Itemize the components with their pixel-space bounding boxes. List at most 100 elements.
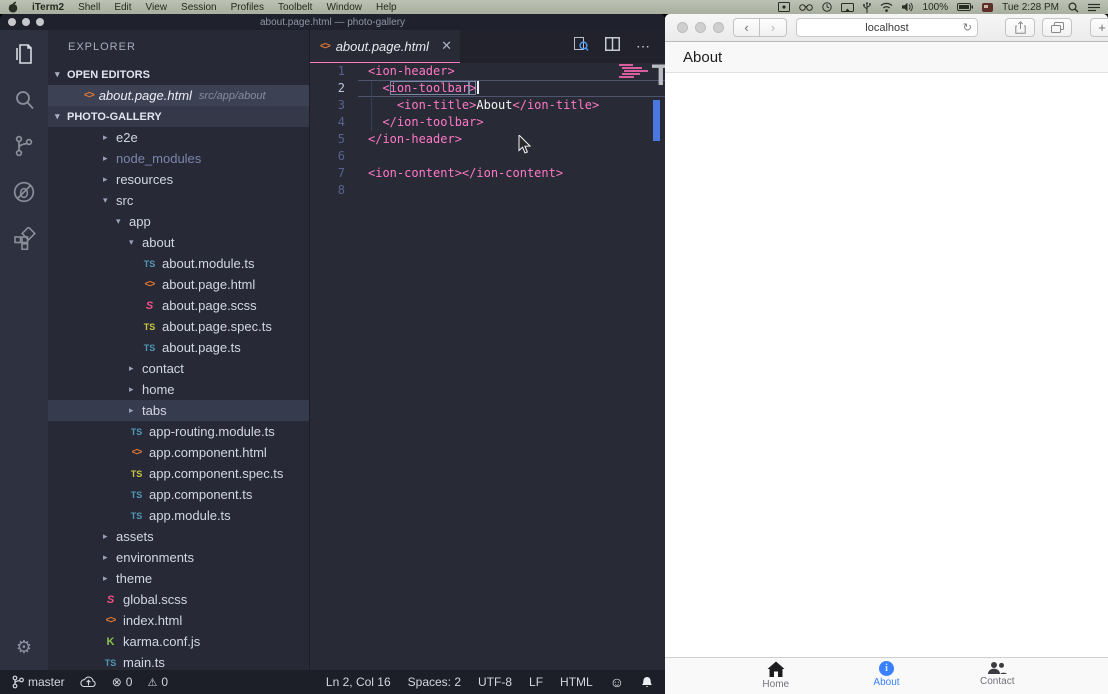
screen-capture-icon[interactable] (778, 2, 790, 12)
minimap[interactable] (619, 64, 653, 79)
tab-overview-button[interactable] (1042, 18, 1072, 37)
tree-item[interactable]: TSmain.ts (48, 652, 309, 670)
open-editor-filename: about.page.html (99, 88, 192, 103)
menu-item-iterm2[interactable]: iTerm2 (32, 2, 64, 13)
tree-item[interactable]: ▸resources (48, 169, 309, 190)
tree-item[interactable]: TSapp-routing.module.ts (48, 421, 309, 442)
editor-tab-about-page-html[interactable]: <> about.page.html ✕ (310, 30, 460, 63)
volume-icon[interactable] (902, 2, 914, 12)
reload-icon[interactable]: ↻ (963, 21, 972, 34)
tree-item[interactable]: TSapp.component.ts (48, 484, 309, 505)
menu-item-toolbelt[interactable]: Toolbelt (278, 2, 312, 13)
activity-debug[interactable] (12, 180, 36, 204)
open-preview-icon[interactable] (573, 36, 589, 57)
share-button[interactable] (1005, 18, 1035, 37)
status-item[interactable]: HTML (560, 675, 593, 689)
menu-item-profiles[interactable]: Profiles (231, 2, 264, 13)
code-line[interactable]: </ion-header> (368, 131, 665, 148)
split-editor-icon[interactable] (605, 37, 620, 56)
code-editor[interactable]: 12345678 <ion-header> <ion-toolbar> <ion… (310, 63, 665, 670)
tree-item[interactable]: <>index.html (48, 610, 309, 631)
activity-explorer[interactable] (12, 42, 36, 66)
tree-item-label: about.page.spec.ts (162, 319, 272, 334)
safari-traffic-lights[interactable] (677, 22, 724, 33)
tree-item[interactable]: ▾about (48, 232, 309, 253)
menu-item-help[interactable]: Help (376, 2, 397, 13)
glasses-icon[interactable] (799, 3, 813, 11)
status-item[interactable]: ⚠0 (147, 675, 168, 689)
status-item[interactable]: UTF-8 (478, 675, 512, 689)
tree-item[interactable]: <>about.page.html (48, 274, 309, 295)
tree-item[interactable]: TSabout.page.ts (48, 337, 309, 358)
tab-home[interactable]: Home (731, 661, 821, 690)
address-bar[interactable]: localhost ↻ (796, 18, 978, 37)
tree-item[interactable]: Kkarma.conf.js (48, 631, 309, 652)
notification-center-icon[interactable] (1088, 3, 1100, 12)
tree-item[interactable]: TSapp.component.spec.ts (48, 463, 309, 484)
tree-item[interactable]: ▸e2e (48, 127, 309, 148)
menu-item-edit[interactable]: Edit (114, 2, 131, 13)
status-item[interactable]: master (12, 675, 65, 689)
activity-search[interactable] (12, 88, 36, 112)
status-item[interactable]: ⊗0 (112, 675, 133, 689)
display-mirroring-icon[interactable] (841, 3, 854, 12)
app-status-icon[interactable] (982, 2, 993, 13)
usb-icon[interactable] (863, 2, 871, 13)
tree-item[interactable]: ▸node_modules (48, 148, 309, 169)
settings-gear-icon[interactable]: ⚙ (0, 637, 48, 658)
menu-item-view[interactable]: View (146, 2, 168, 13)
tree-item[interactable]: <>app.component.html (48, 442, 309, 463)
tree-item[interactable]: ▾app (48, 211, 309, 232)
code-line[interactable] (368, 148, 665, 165)
tree-item[interactable]: ▸home (48, 379, 309, 400)
open-editor-item[interactable]: <> about.page.html src/app/about (48, 85, 309, 106)
code-line[interactable]: <ion-toolbar> (368, 80, 665, 97)
code-line[interactable]: <ion-title>About</ion-title> (368, 97, 665, 114)
status-item[interactable]: LF (529, 675, 543, 689)
code-line[interactable]: <ion-content></ion-content> (368, 165, 665, 182)
vscode-titlebar[interactable]: about.page.html — photo-gallery (0, 14, 665, 30)
project-root-header[interactable]: ▾ PHOTO-GALLERY (48, 106, 309, 127)
tab-about[interactable]: iAbout (842, 661, 932, 688)
tree-item[interactable]: TSabout.page.spec.ts (48, 316, 309, 337)
status-item[interactable]: ☺ (610, 674, 624, 690)
tree-item[interactable]: Sabout.page.scss (48, 295, 309, 316)
tree-item[interactable]: ▸theme (48, 568, 309, 589)
tree-item[interactable]: ▸assets (48, 526, 309, 547)
tree-item[interactable]: ▸contact (48, 358, 309, 379)
status-item[interactable]: Ln 2, Col 16 (326, 675, 391, 689)
tab-contact[interactable]: Contact (952, 661, 1042, 687)
new-tab-button[interactable]: + (1090, 18, 1108, 37)
vscode-traffic-lights[interactable] (8, 18, 44, 26)
tree-item[interactable]: ▸environments (48, 547, 309, 568)
tree-item[interactable]: ▸tabs (48, 400, 309, 421)
code-line[interactable]: </ion-toolbar> (368, 114, 665, 131)
status-item[interactable] (80, 676, 97, 688)
menu-item-shell[interactable]: Shell (78, 2, 100, 13)
ion-tab-bar: Home iAbout Contact (665, 657, 1108, 694)
tree-item-label: app-routing.module.ts (149, 424, 275, 439)
status-item[interactable]: Spaces: 2 (408, 675, 461, 689)
menu-item-session[interactable]: Session (181, 2, 217, 13)
apple-menu-icon[interactable] (8, 1, 18, 13)
timer-icon[interactable] (822, 2, 832, 12)
tree-item[interactable]: Sglobal.scss (48, 589, 309, 610)
back-button[interactable]: ‹ (733, 18, 760, 37)
menu-item-window[interactable]: Window (326, 2, 362, 13)
tree-item[interactable]: TSapp.module.ts (48, 505, 309, 526)
activity-source-control[interactable] (12, 134, 36, 158)
close-tab-icon[interactable]: ✕ (441, 38, 452, 54)
spotlight-search-icon[interactable] (1068, 2, 1079, 13)
tree-item[interactable]: ▾src (48, 190, 309, 211)
menubar-clock[interactable]: Tue 2:28 PM (1002, 2, 1059, 13)
code-line[interactable] (368, 182, 665, 199)
forward-button[interactable]: › (760, 18, 787, 37)
line-number: 1 (310, 63, 358, 80)
tree-item[interactable]: TSabout.module.ts (48, 253, 309, 274)
activity-extensions[interactable] (12, 226, 36, 250)
open-editors-header[interactable]: ▾ OPEN EDITORS (48, 64, 309, 85)
wifi-icon[interactable] (880, 2, 893, 12)
tree-item-label: assets (116, 529, 154, 544)
status-item[interactable] (641, 676, 653, 689)
more-actions-icon[interactable]: ⋯ (636, 38, 651, 55)
